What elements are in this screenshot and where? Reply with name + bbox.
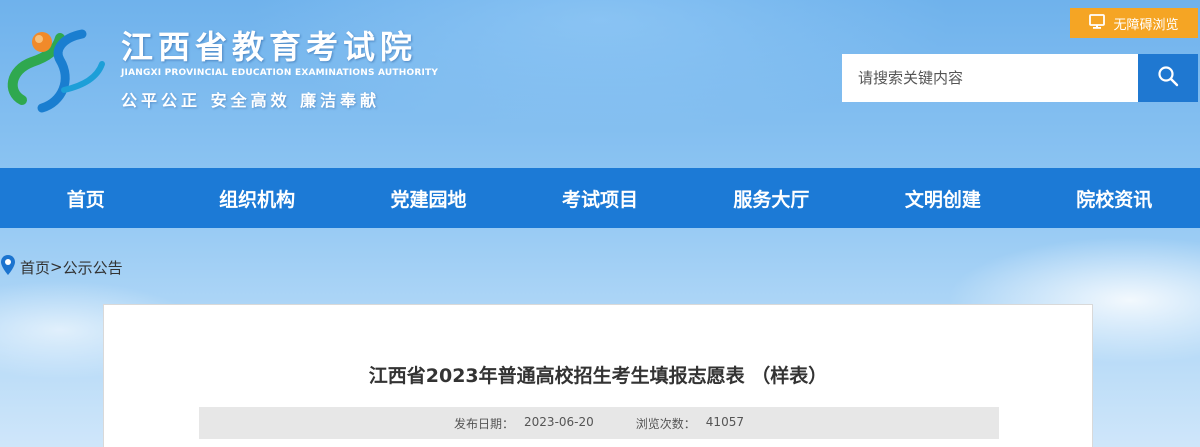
article-meta-bar: 发布日期： 2023-06-20 浏览次数： 41057 (199, 407, 999, 439)
breadcrumb-home-link[interactable]: 首页 (20, 257, 50, 278)
search-box (842, 54, 1198, 102)
main-nav: 首页 组织机构 党建园地 考试项目 服务大厅 文明创建 院校资讯 (0, 168, 1200, 228)
logo-icon[interactable] (2, 20, 112, 115)
publish-date-label: 发布日期： (454, 416, 515, 431)
nav-item-college-news[interactable]: 院校资讯 (1029, 185, 1200, 212)
view-count-label: 浏览次数： (635, 416, 696, 431)
accessibility-button[interactable]: 无障碍浏览 (1070, 8, 1198, 38)
breadcrumb-current-link[interactable]: 公示公告 (63, 257, 123, 278)
site-title: 江西省教育考试院 (121, 28, 418, 66)
site-subtitle: JIANGXI PROVINCIAL EDUCATION EXAMINATION… (121, 68, 439, 78)
nav-item-party-building[interactable]: 党建园地 (343, 185, 514, 212)
location-pin-icon (0, 254, 16, 280)
breadcrumb-separator: > (50, 258, 63, 276)
view-count-value: 41057 (705, 414, 744, 429)
article-title: 江西省2023年普通高校招生考生填报志愿表 （样表） (368, 365, 828, 387)
nav-item-organization[interactable]: 组织机构 (171, 185, 342, 212)
breadcrumb: 首页 > 公示公告 (0, 255, 123, 279)
search-input[interactable] (842, 54, 1138, 102)
search-icon (1157, 65, 1179, 91)
search-button[interactable] (1138, 54, 1198, 102)
publish-date-value: 2023-06-20 (524, 414, 594, 429)
article-panel: 江西省2023年普通高校招生考生填报志愿表 （样表） 发布日期： 2023-06… (103, 304, 1093, 447)
nav-item-exam-projects[interactable]: 考试项目 (514, 185, 685, 212)
monitor-icon (1089, 13, 1106, 33)
nav-item-civilization[interactable]: 文明创建 (857, 185, 1028, 212)
accessibility-label: 无障碍浏览 (1113, 17, 1179, 33)
nav-item-home[interactable]: 首页 (0, 185, 171, 212)
site-slogan: 公平公正 安全高效 廉洁奉献 (121, 91, 381, 110)
nav-item-service-hall[interactable]: 服务大厅 (686, 185, 857, 212)
